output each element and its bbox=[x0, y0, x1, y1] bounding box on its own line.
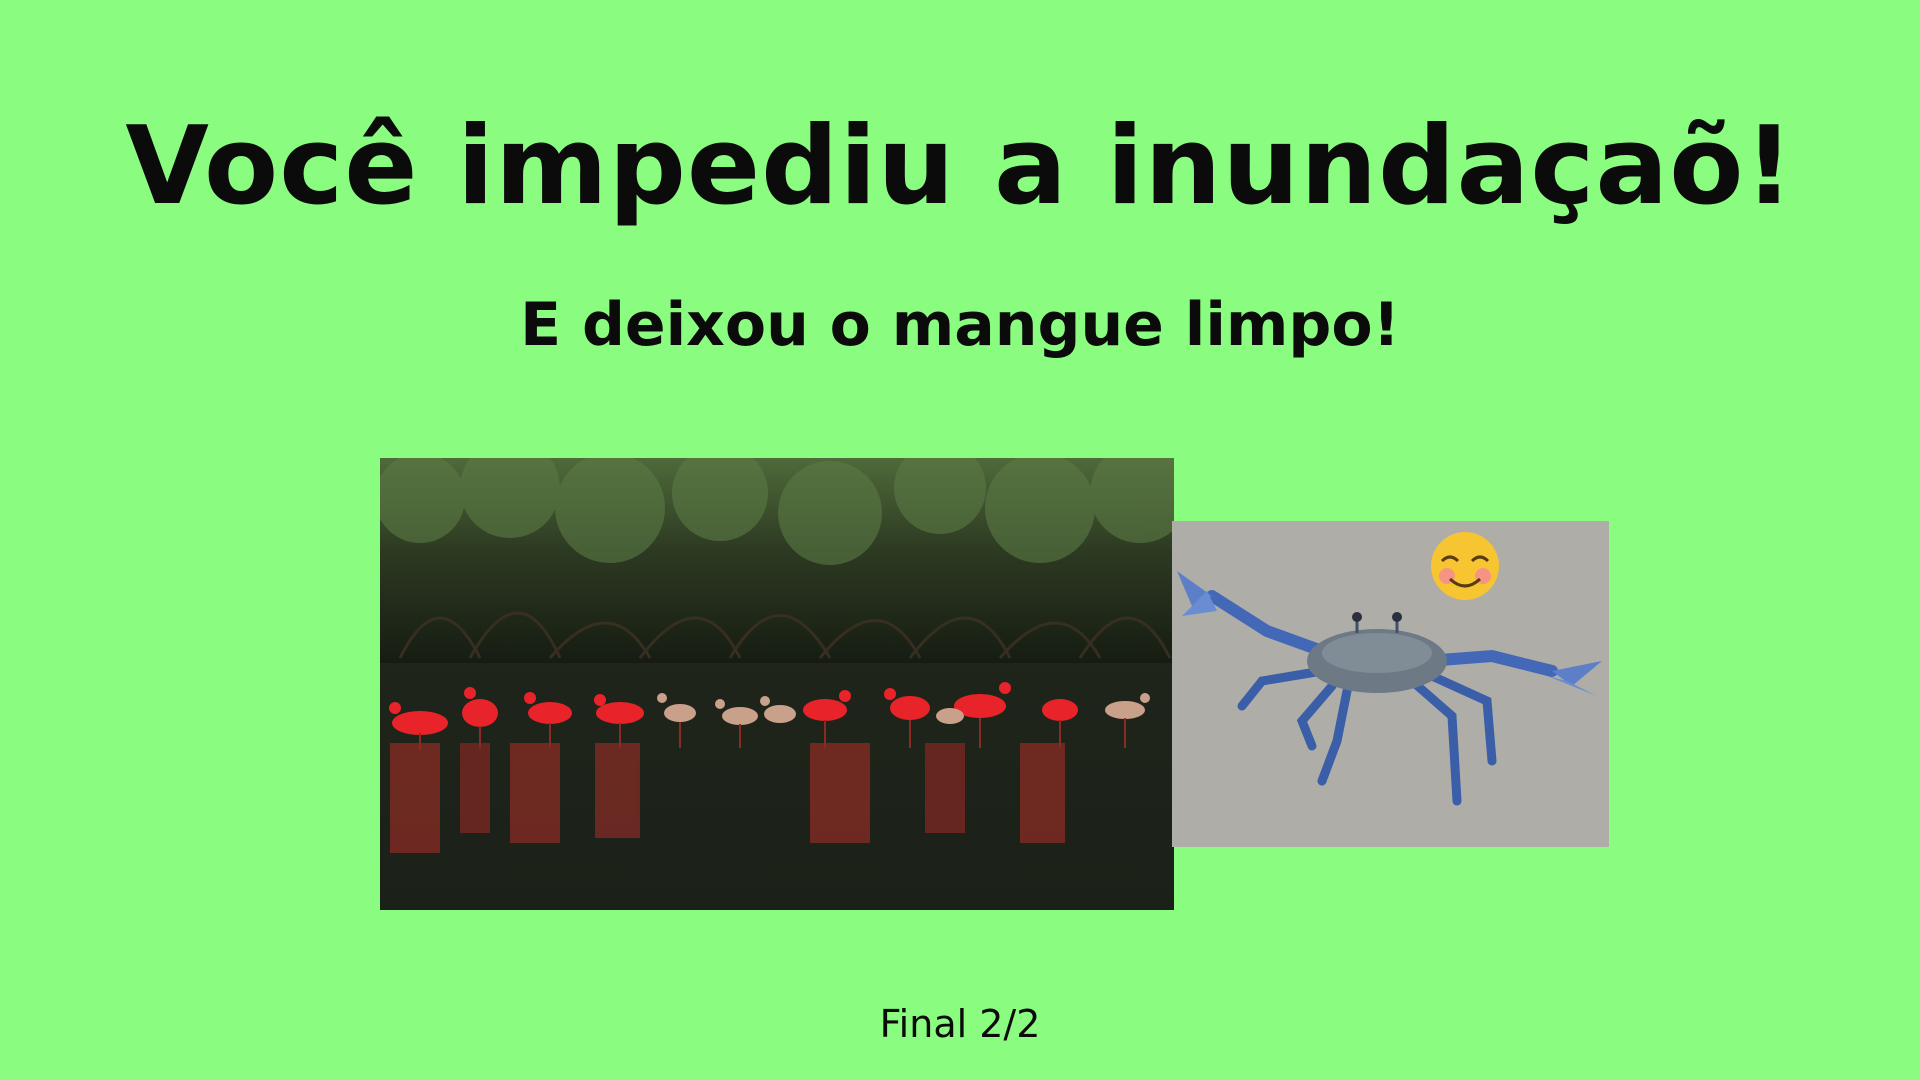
screen-counter: Final 2/2 bbox=[879, 1002, 1041, 1046]
page-title: Você impediu a inundaçaõ! bbox=[125, 104, 1795, 229]
smiling-face-icon bbox=[1431, 532, 1499, 600]
page-subtitle: E deixou o mangue limpo! bbox=[520, 290, 1400, 360]
blue-crab-photo bbox=[1172, 521, 1609, 847]
mangrove-ibis-photo bbox=[380, 458, 1174, 910]
